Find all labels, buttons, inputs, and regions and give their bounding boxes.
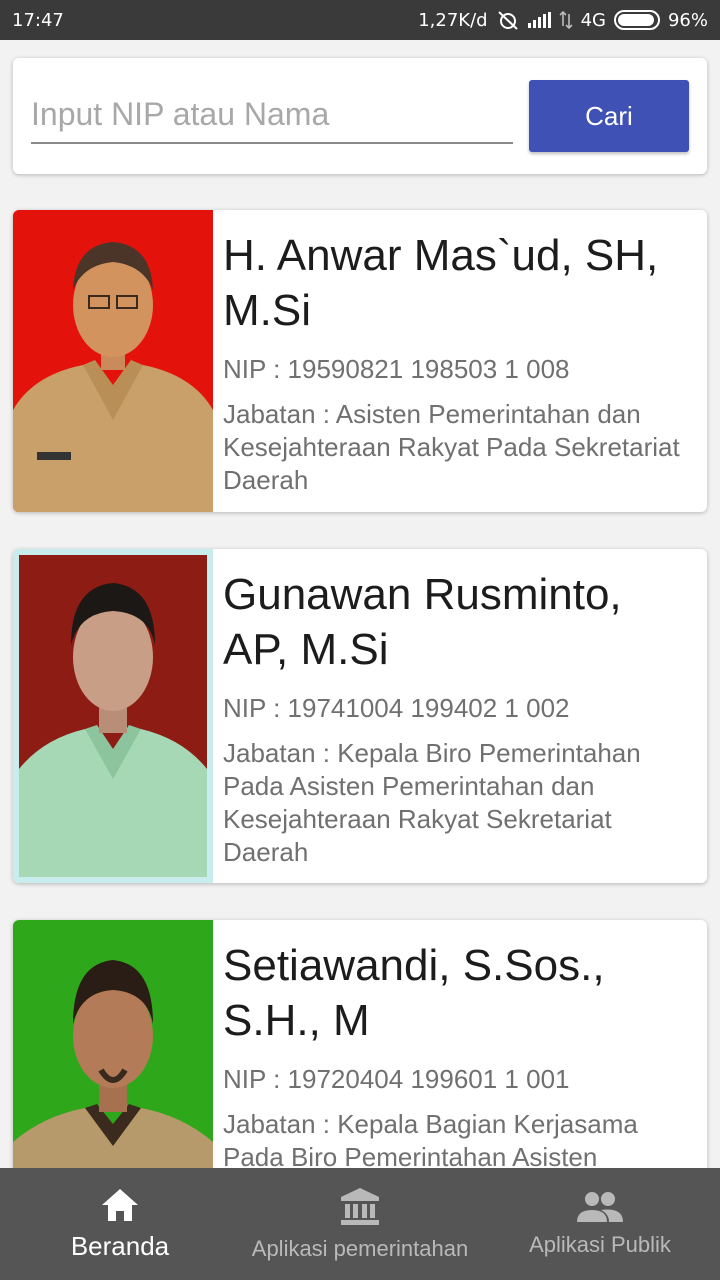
data-arrows-icon	[559, 10, 573, 30]
nav-label: Aplikasi Publik	[529, 1232, 671, 1257]
status-icons: 1,27K/d 4G 96%	[418, 9, 708, 31]
nav-label: Aplikasi pemerintahan	[251, 1236, 469, 1261]
battery-icon	[613, 10, 660, 30]
employee-nip: NIP : 19741004 199402 1 002	[223, 693, 570, 723]
search-input[interactable]	[31, 86, 513, 144]
nav-item-beranda[interactable]: Beranda	[0, 1168, 240, 1280]
people-icon	[577, 1192, 623, 1222]
employee-card[interactable]: Gunawan Rusminto, AP, M.Si NIP : 1974100…	[13, 549, 707, 883]
battery-percent: 96%	[667, 9, 708, 31]
employee-nip: NIP : 19720404 199601 1 001	[223, 1064, 570, 1094]
employee-info: H. Anwar Mas`ud, SH, M.Si NIP : 19590821…	[223, 210, 693, 497]
bottom-navigation: Beranda Aplikasi pemerintahan Aplikasi P…	[0, 1168, 720, 1280]
employee-jabatan: Jabatan : Asisten Pemerintahan dan Kesej…	[223, 399, 680, 495]
institution-icon	[341, 1188, 379, 1225]
search-button[interactable]: Cari	[529, 80, 689, 152]
home-icon	[102, 1188, 138, 1221]
nav-item-aplikasi-publik[interactable]: Aplikasi Publik	[480, 1168, 720, 1280]
status-time: 17:47	[12, 9, 64, 31]
nav-label: Beranda	[70, 1230, 170, 1261]
employee-photo	[13, 210, 213, 512]
employee-info: Gunawan Rusminto, AP, M.Si NIP : 1974100…	[223, 549, 693, 869]
search-card: Cari	[13, 58, 707, 174]
employee-jabatan: Jabatan : Kepala Biro Pemerintahan Pada …	[223, 738, 641, 867]
nav-item-aplikasi-pemerintahan[interactable]: Aplikasi pemerintahan	[240, 1168, 480, 1280]
employee-name: H. Anwar Mas`ud, SH, M.Si	[223, 231, 659, 335]
employee-name: Setiawandi, S.Sos., S.H., M	[223, 941, 605, 1045]
employee-jabatan: Jabatan : Kepala Bagian Kerjasama Pada B…	[223, 1109, 638, 1172]
status-bar: 17:47 1,27K/d 4G 96%	[0, 0, 720, 40]
employee-nip: NIP : 19590821 198503 1 008	[223, 354, 570, 384]
employee-name: Gunawan Rusminto, AP, M.Si	[223, 570, 622, 674]
mute-alarm-icon	[497, 11, 518, 30]
employee-photo	[13, 549, 213, 883]
employee-card[interactable]: H. Anwar Mas`ud, SH, M.Si NIP : 19590821…	[13, 210, 707, 512]
network-speed: 1,27K/d	[418, 9, 488, 31]
signal-icon	[527, 12, 551, 28]
employee-info: Setiawandi, S.Sos., S.H., M NIP : 197204…	[223, 920, 693, 1174]
network-type: 4G	[580, 9, 606, 31]
